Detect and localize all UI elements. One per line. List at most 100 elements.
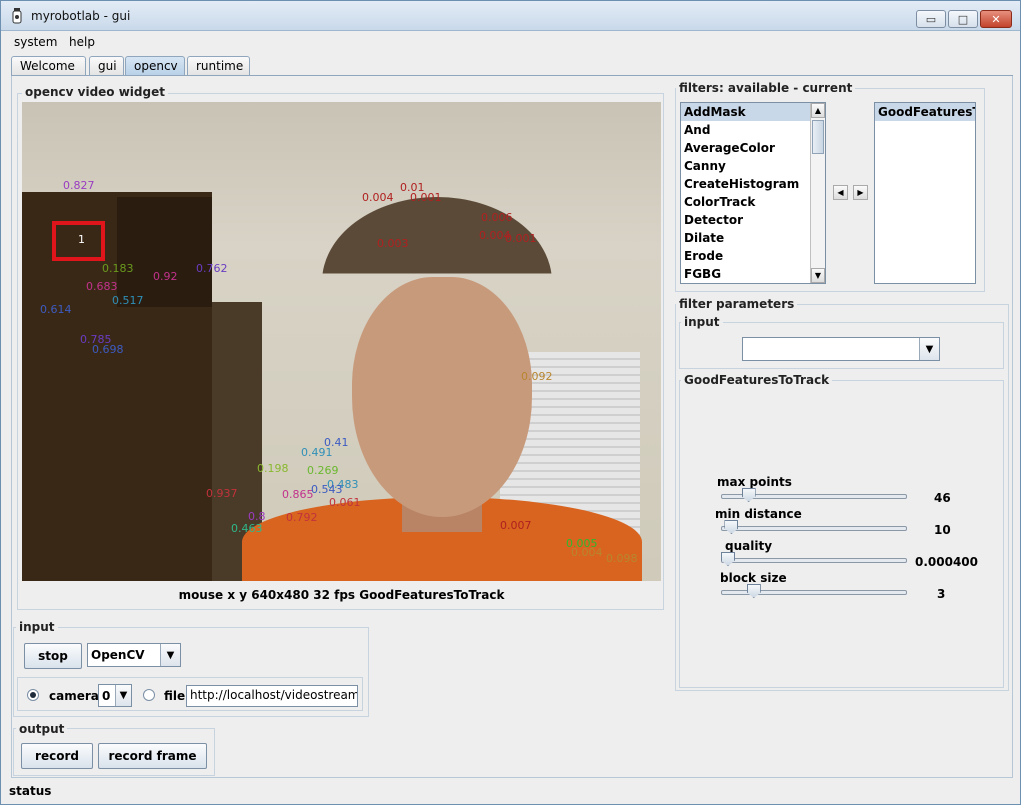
gftt-label: GoodFeaturesToTrack bbox=[681, 373, 833, 387]
stop-button[interactable]: stop bbox=[24, 643, 82, 669]
current-filter-item[interactable]: GoodFeaturesT... bbox=[875, 103, 975, 121]
camera-radio[interactable] bbox=[27, 689, 39, 701]
feature-point-label: 0.003 bbox=[377, 237, 409, 250]
filter-list-item[interactable]: Erode bbox=[681, 247, 825, 265]
app-icon bbox=[12, 8, 22, 24]
chevron-down-icon[interactable]: ▼ bbox=[919, 338, 939, 360]
param-input-select[interactable]: ▼ bbox=[742, 337, 940, 361]
feature-point-label: 0.092 bbox=[521, 370, 553, 383]
feature-point-label: 0.543 bbox=[311, 483, 343, 496]
close-icon: ✕ bbox=[991, 12, 1001, 26]
feature-point-label: 0.827 bbox=[63, 179, 95, 192]
quality-slider[interactable] bbox=[721, 558, 907, 563]
scene-cabinet-top bbox=[117, 197, 212, 307]
feature-point-label: 0.061 bbox=[329, 496, 361, 509]
filter-list-item[interactable]: Detector bbox=[681, 211, 825, 229]
feature-point-label: 0.698 bbox=[92, 343, 124, 356]
filters-group-label: filters: available - current bbox=[676, 81, 856, 95]
video-frame[interactable]: 0.827 0.004 0.01 0.001 0.006 0.004 0.001 0.003 0… bbox=[22, 102, 661, 581]
feature-point-label: 0.007 bbox=[500, 519, 532, 532]
filter-list-item[interactable]: AverageColor bbox=[681, 139, 825, 157]
feature-point-label: 0.92 bbox=[153, 270, 178, 283]
menu-bar: system help bbox=[1, 32, 1020, 54]
feature-point-label: 0.006 bbox=[481, 211, 513, 224]
scene-face bbox=[352, 277, 532, 517]
source-select[interactable]: OpenCV ▼ bbox=[87, 643, 181, 667]
filter-list-item[interactable]: Canny bbox=[681, 157, 825, 175]
status-bar: status bbox=[9, 784, 52, 798]
feature-point-label: 0.098 bbox=[606, 552, 638, 565]
feature-point-label: 0.001 bbox=[505, 232, 537, 245]
camera-index-select[interactable]: 0 ▼ bbox=[98, 684, 132, 707]
input-group-label: input bbox=[16, 620, 58, 634]
chevron-down-icon[interactable]: ▼ bbox=[160, 644, 180, 666]
chevron-down-icon[interactable]: ▼ bbox=[115, 685, 131, 706]
title-bar[interactable]: myrobotlab - gui ▭ □ ✕ bbox=[1, 1, 1020, 31]
feature-point-label: 0.004 bbox=[571, 546, 603, 559]
feature-point-label: 0.683 bbox=[86, 280, 118, 293]
remove-filter-button[interactable]: ◀ bbox=[833, 185, 848, 200]
tab-gui[interactable]: gui bbox=[89, 56, 124, 75]
feature-point-label: 0.762 bbox=[196, 262, 228, 275]
feature-point-label: 0.198 bbox=[257, 462, 289, 475]
filter-list-item[interactable]: And bbox=[681, 121, 825, 139]
filter-list-item[interactable]: ColorTrack bbox=[681, 193, 825, 211]
camera-index-value: 0 bbox=[102, 688, 111, 703]
max-points-value: 46 bbox=[934, 491, 951, 505]
max-points-label: max points bbox=[717, 475, 792, 489]
min-distance-label: min distance bbox=[715, 507, 802, 521]
record-frame-button[interactable]: record frame bbox=[98, 743, 207, 769]
min-distance-value: 10 bbox=[934, 523, 951, 537]
filter-list-item[interactable]: AddMask bbox=[681, 103, 825, 121]
feature-point-label: 0.937 bbox=[206, 487, 238, 500]
min-distance-slider[interactable] bbox=[721, 526, 907, 531]
param-input-label: input bbox=[681, 315, 723, 329]
file-radio[interactable] bbox=[143, 689, 155, 701]
source-select-value: OpenCV bbox=[91, 648, 145, 662]
current-filters-list[interactable]: GoodFeaturesT... bbox=[874, 102, 976, 284]
main-window: myrobotlab - gui ▭ □ ✕ system help Welco… bbox=[0, 0, 1021, 805]
minimize-button[interactable]: ▭ bbox=[916, 10, 946, 28]
maximize-icon: □ bbox=[957, 12, 969, 26]
block-size-value: 3 bbox=[937, 587, 946, 601]
feature-point-label: 0.001 bbox=[410, 191, 442, 204]
close-button[interactable]: ✕ bbox=[980, 10, 1012, 28]
minimize-icon: ▭ bbox=[925, 12, 937, 26]
record-button[interactable]: record bbox=[21, 743, 93, 769]
camera-label: camera bbox=[49, 689, 99, 703]
feature-point-label: 0.269 bbox=[307, 464, 339, 477]
tab-welcome[interactable]: Welcome bbox=[11, 56, 86, 75]
maximize-button[interactable]: □ bbox=[948, 10, 978, 28]
window-title: myrobotlab - gui bbox=[31, 9, 131, 23]
add-filter-button[interactable]: ▶ bbox=[853, 185, 868, 200]
feature-point-label: 0.004 bbox=[362, 191, 394, 204]
filter-list-item[interactable]: FGBG bbox=[681, 265, 825, 283]
feature-point-label: 0.463 bbox=[231, 522, 263, 535]
tracked-point-label: 1 bbox=[78, 233, 85, 246]
output-group-label: output bbox=[16, 722, 68, 736]
filter-parameters-label: filter parameters bbox=[676, 297, 798, 311]
video-caption: mouse x y 640x480 32 fps GoodFeaturesToT… bbox=[178, 588, 505, 602]
feature-point-label: 0.865 bbox=[282, 488, 314, 501]
quality-value: 0.000400 bbox=[915, 555, 979, 569]
file-url-input[interactable]: http://localhost/videostream.cgi bbox=[186, 685, 358, 707]
scroll-up-icon[interactable]: ▲ bbox=[811, 103, 825, 118]
feature-point-label: 0.183 bbox=[102, 262, 134, 275]
block-size-label: block size bbox=[720, 571, 787, 585]
gftt-group bbox=[679, 380, 1004, 688]
available-filters-list[interactable]: AddMask And AverageColor Canny CreateHistogr… bbox=[680, 102, 826, 284]
menu-system[interactable]: system bbox=[14, 35, 57, 49]
feature-point-label: 0.491 bbox=[301, 446, 333, 459]
feature-point-label: 0.792 bbox=[286, 511, 318, 524]
tab-opencv[interactable]: opencv bbox=[125, 56, 185, 75]
scroll-down-icon[interactable]: ▼ bbox=[811, 268, 825, 283]
feature-point-label: 0.517 bbox=[112, 294, 144, 307]
filter-list-item[interactable]: CreateHistogram bbox=[681, 175, 825, 193]
tab-runtime[interactable]: runtime bbox=[187, 56, 250, 75]
quality-label: quality bbox=[725, 539, 773, 553]
menu-help[interactable]: help bbox=[69, 35, 95, 49]
scroll-thumb[interactable] bbox=[812, 120, 824, 154]
filter-list-item[interactable]: Dilate bbox=[681, 229, 825, 247]
scrollbar[interactable]: ▲ ▼ bbox=[810, 103, 825, 283]
file-label: file bbox=[164, 689, 186, 703]
